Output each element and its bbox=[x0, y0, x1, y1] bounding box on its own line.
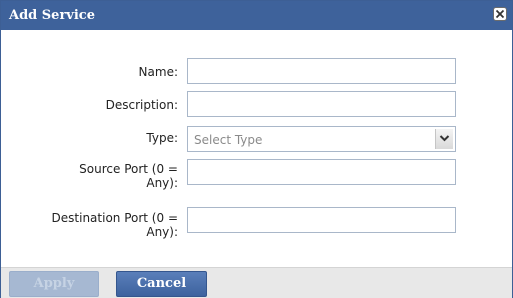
cancel-button[interactable]: Cancel bbox=[116, 271, 207, 297]
name-label: Name: bbox=[138, 65, 178, 79]
source-port-label-line1: Source Port (0 = bbox=[79, 162, 178, 176]
close-icon[interactable] bbox=[493, 7, 507, 21]
source-port-input[interactable] bbox=[187, 159, 456, 185]
destination-port-label-line1: Destination Port (0 = bbox=[51, 211, 178, 225]
dialog-title: Add Service bbox=[9, 8, 95, 23]
apply-button[interactable]: Apply bbox=[9, 271, 99, 297]
type-select[interactable]: Select Type bbox=[187, 126, 456, 152]
dialog-titlebar: Add Service bbox=[1, 1, 512, 30]
type-select-value: Select Type bbox=[194, 133, 263, 147]
chevron-down-icon[interactable] bbox=[435, 129, 453, 149]
source-port-label: Source Port (0 = Any): bbox=[0, 162, 178, 190]
description-input[interactable] bbox=[187, 91, 456, 117]
source-port-label-line2: Any): bbox=[146, 176, 178, 190]
add-service-dialog: Add Service Name: Description: Type: Sel… bbox=[0, 0, 513, 298]
destination-port-input[interactable] bbox=[187, 207, 456, 233]
name-input[interactable] bbox=[187, 58, 456, 84]
description-label: Description: bbox=[105, 98, 178, 112]
destination-port-label: Destination Port (0 = Any): bbox=[0, 211, 178, 239]
destination-port-label-line2: Any): bbox=[146, 225, 178, 239]
type-label: Type: bbox=[146, 131, 178, 145]
